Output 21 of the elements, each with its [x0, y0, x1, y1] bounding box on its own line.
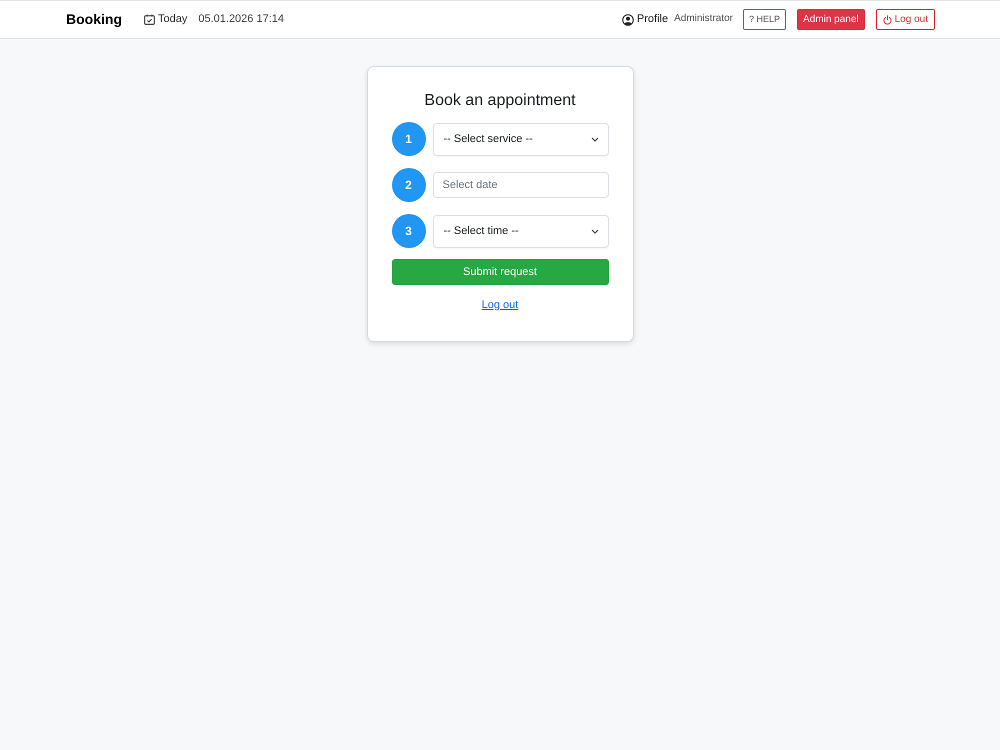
chevron-down-icon: [590, 228, 598, 234]
calendar-check-icon: [144, 14, 155, 25]
help-button[interactable]: ? HELP: [743, 9, 786, 30]
admin-panel-button[interactable]: Admin panel: [797, 9, 865, 30]
chevron-down-icon: [590, 136, 598, 142]
power-icon: [882, 14, 892, 24]
dropdown[interactable]: -- Select time --: [432, 214, 608, 248]
date-time-text: 05.01.2026 17:14: [198, 12, 284, 28]
user-role-text: Administrator: [674, 12, 733, 26]
step-number: 1: [392, 122, 426, 156]
step-number: 2: [392, 168, 426, 202]
date-field[interactable]: Select date: [432, 172, 608, 198]
today-label: Today: [158, 12, 188, 28]
form-title: Book an appointment: [423, 91, 577, 111]
dropdown[interactable]: -- Select service --: [432, 122, 608, 156]
profile-link[interactable]: Profile: [636, 11, 668, 28]
user-circle-icon: [622, 14, 634, 26]
logout-link[interactable]: Log out: [482, 297, 518, 314]
step-number: 3: [392, 214, 426, 248]
logout-button[interactable]: Log out: [876, 9, 935, 30]
brand-title[interactable]: Booking: [66, 9, 122, 30]
